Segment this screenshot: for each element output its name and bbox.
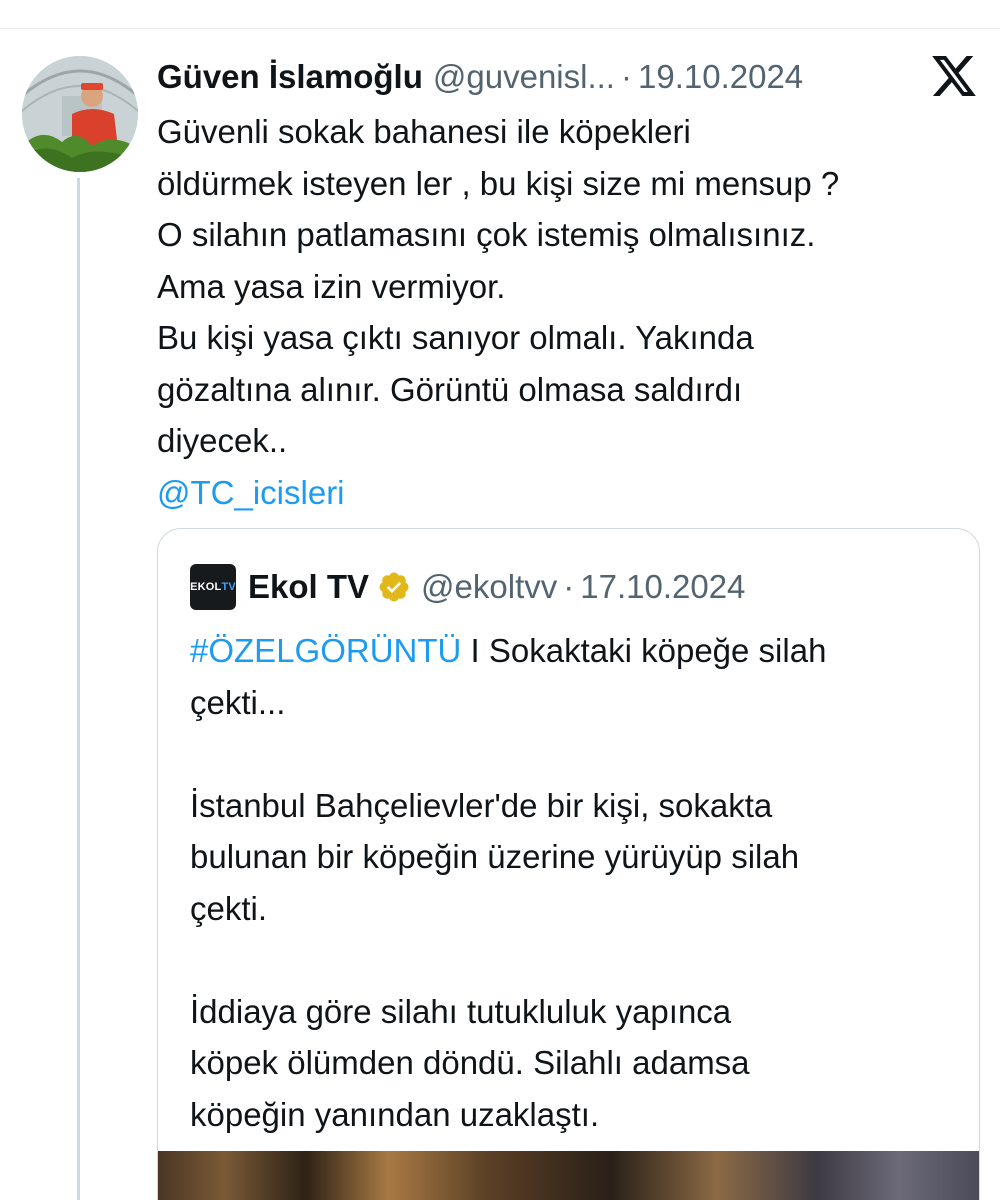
verified-badge-icon [379, 572, 409, 602]
quoted-author-name[interactable]: Ekol TV [248, 568, 369, 606]
quoted-text-line: #ÖZELGÖRÜNTÜ I Sokaktaki köpeğe silah [190, 625, 960, 677]
tweet-text-line: Güvenli sokak bahanesi ile köpekleri [157, 113, 691, 150]
tweet-text-line: gözaltına alınır. Görüntü olmasa saldırd… [157, 370, 743, 408]
author-handle[interactable]: @guvenisl... [433, 58, 615, 96]
tweet-date[interactable]: 19.10.2024 [638, 58, 803, 96]
mention-link[interactable]: @TC_icisleri [157, 467, 987, 519]
top-divider [0, 28, 1000, 29]
logo-text: EKOL [190, 581, 222, 593]
quoted-text-line [190, 934, 960, 986]
separator-dot: · [563, 568, 575, 605]
quoted-text-line: bulunan bir köpeğin üzerine yürüyüp sila… [190, 838, 800, 875]
tweet-text-line: Ama yasa izin vermiyor. [157, 267, 506, 305]
tweet-text-line: Bu kişi yasa çıktı sanıyor olmalı. Yakın… [157, 319, 754, 356]
tweet-text-line: öldürmek isteyen ler , bu kişi size mi m… [157, 164, 840, 202]
quoted-tweet-header: EKOL TV Ekol TV @ekoltvv · 17.10.2024 [190, 563, 745, 611]
quoted-text-line: İddiaya göre silahı tutukluluk yapınca [190, 992, 732, 1030]
quoted-tweet-date[interactable]: 17.10.2024 [580, 568, 745, 606]
quoted-author-handle[interactable]: @ekoltvv [421, 568, 557, 606]
avatar-photo [22, 56, 138, 172]
quoted-text-line: çekti... [190, 683, 286, 721]
tweet-text: Güvenli sokak bahanesi ile köpekleri öld… [157, 106, 987, 518]
quoted-text-line: köpek ölümden döndü. Silahlı adamsa [190, 1044, 750, 1081]
logo-text-accent: TV [221, 581, 236, 593]
thread-connector-line [77, 178, 80, 1200]
x-logo-icon[interactable] [932, 56, 976, 96]
quoted-text-line [190, 728, 960, 780]
tweet-header: Güven İslamoğlu @guvenisl... · 19.10.202… [157, 52, 803, 102]
quoted-tweet-text: #ÖZELGÖRÜNTÜ I Sokaktaki köpeğe silah çe… [190, 625, 960, 1140]
hashtag-link[interactable]: #ÖZELGÖRÜNTÜ [190, 632, 461, 669]
quoted-video-thumbnail[interactable] [158, 1151, 979, 1200]
tweet-text-line: diyecek.. [157, 422, 288, 459]
quoted-text-line: çekti. [190, 889, 268, 927]
quoted-text-rest: I Sokaktaki köpeğe silah [461, 632, 827, 669]
ekol-tv-logo[interactable]: EKOL TV [190, 564, 236, 610]
author-name[interactable]: Güven İslamoğlu [157, 58, 423, 96]
quoted-text-line: köpeğin yanından uzaklaştı. [190, 1095, 600, 1133]
quoted-text-line: İstanbul Bahçelievler'de bir kişi, sokak… [190, 786, 773, 824]
tweet-text-line: O silahın patlamasını çok istemiş olmalı… [157, 216, 816, 253]
separator-dot: · [620, 58, 632, 95]
quoted-tweet-card[interactable]: EKOL TV Ekol TV @ekoltvv · 17.10.2024 #ÖZ… [157, 528, 980, 1200]
avatar[interactable] [22, 56, 138, 172]
